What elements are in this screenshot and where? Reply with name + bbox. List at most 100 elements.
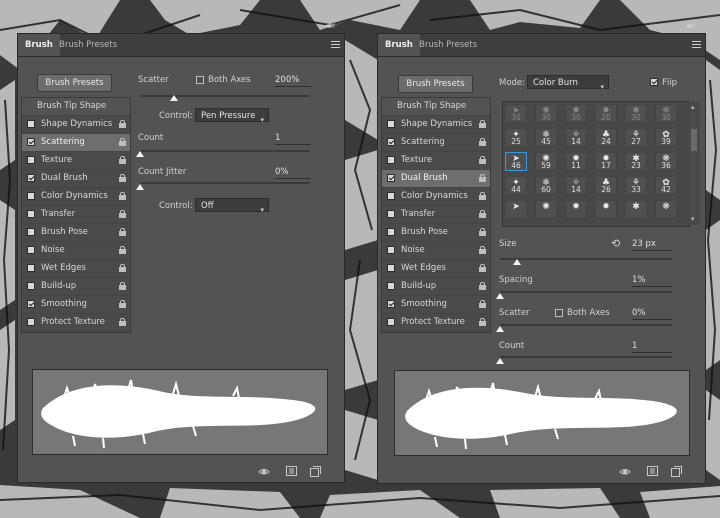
- lock-icon[interactable]: [119, 246, 126, 254]
- count-slider-thumb[interactable]: [496, 358, 504, 364]
- brush-tip-cell[interactable]: ❋ 36: [655, 152, 677, 171]
- lock-icon[interactable]: [479, 174, 486, 182]
- brush-grid-scrollbar[interactable]: ▴ ▾: [689, 101, 700, 225]
- brush-tip-cell[interactable]: ✺: [535, 200, 557, 219]
- checkbox[interactable]: [387, 138, 395, 146]
- count-slider-track[interactable]: [140, 150, 310, 152]
- checkbox[interactable]: [27, 228, 35, 236]
- mode-select[interactable]: Color Burn ▾: [527, 75, 609, 91]
- list-item-shape-dynamics[interactable]: Shape Dynamics: [382, 116, 490, 134]
- list-item-scattering[interactable]: Scattering: [382, 134, 490, 152]
- grid-icon[interactable]: [647, 466, 658, 477]
- checkbox[interactable]: [27, 318, 35, 326]
- scatter-value-field[interactable]: 0%: [632, 308, 672, 320]
- spacing-value-field[interactable]: 1%: [632, 275, 672, 287]
- new-preset-icon[interactable]: [310, 466, 321, 477]
- list-item-build-up[interactable]: Build-up: [22, 278, 130, 296]
- checkbox[interactable]: [387, 192, 395, 200]
- checkbox[interactable]: [387, 264, 395, 272]
- brush-tip-cell[interactable]: ✧ 14: [565, 176, 587, 195]
- list-item-transfer[interactable]: Transfer: [382, 206, 490, 224]
- count-jitter-slider-track[interactable]: [140, 182, 310, 184]
- brush-tip-cell[interactable]: ❋ 30: [655, 104, 677, 123]
- checkbox[interactable]: [27, 282, 35, 290]
- list-item-transfer[interactable]: Transfer: [22, 206, 130, 224]
- brush-tip-cell[interactable]: ✹ 11: [565, 152, 587, 171]
- collapse-double-arrow-icon[interactable]: ◂◂ ×: [686, 21, 697, 30]
- brush-tip-cell[interactable]: ❄ 60: [535, 176, 557, 195]
- brush-tip-cell[interactable]: ✸: [595, 200, 617, 219]
- count-slider-thumb[interactable]: [136, 151, 144, 157]
- list-item-dual-brush[interactable]: Dual Brush: [382, 170, 490, 188]
- lock-icon[interactable]: [119, 300, 126, 308]
- lock-icon[interactable]: [119, 156, 126, 164]
- brush-tip-cell[interactable]: ❋: [655, 200, 677, 219]
- list-item-build-up[interactable]: Build-up: [382, 278, 490, 296]
- lock-icon[interactable]: [119, 120, 126, 128]
- checkbox[interactable]: [27, 192, 35, 200]
- brush-tip-cell[interactable]: ✸ 20: [595, 104, 617, 123]
- lock-icon[interactable]: [479, 156, 486, 164]
- brush-tip-cell[interactable]: ❄ 45: [535, 128, 557, 147]
- checkbox[interactable]: [387, 300, 395, 308]
- list-item-brush-pose[interactable]: Brush Pose: [22, 224, 130, 242]
- brush-tip-cell[interactable]: ⚘ 27: [625, 128, 647, 147]
- lock-icon[interactable]: [479, 138, 486, 146]
- list-item-noise[interactable]: Noise: [382, 242, 490, 260]
- checkbox[interactable]: [387, 156, 395, 164]
- checkbox[interactable]: [27, 156, 35, 164]
- size-value-field[interactable]: 23 px: [632, 239, 672, 251]
- size-slider-track[interactable]: [500, 258, 672, 260]
- list-item-protect-texture[interactable]: Protect Texture: [382, 314, 490, 332]
- lock-icon[interactable]: [119, 138, 126, 146]
- checkbox[interactable]: [387, 120, 395, 128]
- panel-menu-icon[interactable]: [331, 39, 340, 48]
- checkbox[interactable]: [387, 246, 395, 254]
- brush-tip-cell[interactable]: ✱ 30: [625, 104, 647, 123]
- scatter-slider-track[interactable]: [500, 324, 672, 326]
- list-item-brush-pose[interactable]: Brush Pose: [382, 224, 490, 242]
- lock-icon[interactable]: [479, 300, 486, 308]
- checkbox[interactable]: [387, 282, 395, 290]
- lock-icon[interactable]: [479, 210, 486, 218]
- spacing-slider-track[interactable]: [500, 291, 672, 293]
- lock-icon[interactable]: [119, 264, 126, 272]
- control-select[interactable]: Pen Pressure ▾: [195, 108, 269, 124]
- lock-icon[interactable]: [119, 228, 126, 236]
- list-item-scattering[interactable]: Scattering: [22, 134, 130, 152]
- brush-tip-cell[interactable]: ✺ 30: [535, 104, 557, 123]
- brush-tip-cell[interactable]: ✿ 39: [655, 128, 677, 147]
- checkbox[interactable]: [27, 210, 35, 218]
- scroll-up-icon[interactable]: ▴: [691, 103, 695, 111]
- brush-tip-cell[interactable]: ✱: [625, 200, 647, 219]
- brush-presets-button[interactable]: Brush Presets: [398, 75, 473, 93]
- lock-icon[interactable]: [119, 318, 126, 326]
- list-item-dual-brush[interactable]: Dual Brush: [22, 170, 130, 188]
- count-jitter-value-field[interactable]: 0%: [275, 167, 311, 179]
- lock-icon[interactable]: [479, 318, 486, 326]
- count-jitter-slider-thumb[interactable]: [136, 184, 144, 190]
- brush-presets-button[interactable]: Brush Presets: [37, 74, 112, 92]
- toggle-preview-icon[interactable]: [258, 466, 270, 477]
- both-axes-checkbox[interactable]: [196, 76, 204, 84]
- brush-tip-cell[interactable]: ✸ 17: [595, 152, 617, 171]
- list-item-texture[interactable]: Texture: [382, 152, 490, 170]
- checkbox[interactable]: [27, 300, 35, 308]
- lock-icon[interactable]: [479, 246, 486, 254]
- brush-tip-cell[interactable]: ➤ 30: [505, 104, 527, 123]
- toggle-preview-icon[interactable]: [619, 466, 631, 477]
- brush-tip-cell[interactable]: ⚘ 33: [625, 176, 647, 195]
- reset-size-icon[interactable]: ⟲: [611, 237, 620, 250]
- brush-tip-shape-item[interactable]: Brush Tip Shape: [382, 98, 490, 116]
- brush-tip-cell[interactable]: ➤ 46: [505, 152, 527, 171]
- control-select-2[interactable]: Off ▾: [195, 198, 269, 214]
- brush-tip-shape-item[interactable]: Brush Tip Shape: [22, 98, 130, 116]
- brush-tip-cell[interactable]: ✺ 59: [535, 152, 557, 171]
- checkbox[interactable]: [387, 228, 395, 236]
- lock-icon[interactable]: [119, 210, 126, 218]
- lock-icon[interactable]: [479, 282, 486, 290]
- list-item-texture[interactable]: Texture: [22, 152, 130, 170]
- checkbox[interactable]: [27, 138, 35, 146]
- scrollbar-thumb[interactable]: [691, 129, 697, 151]
- scatter-value-field[interactable]: 200%: [275, 75, 311, 87]
